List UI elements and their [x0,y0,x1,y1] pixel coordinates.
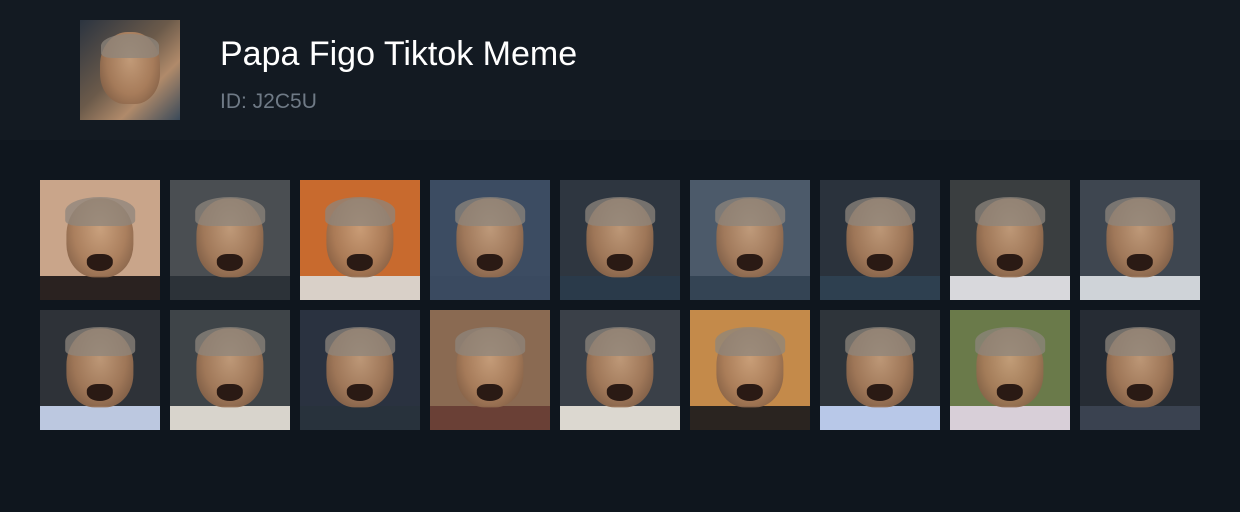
thumbnail-clothing [430,276,550,300]
thumbnail-clothing [820,406,940,430]
sticker-thumbnail[interactable] [950,310,1070,430]
sticker-thumbnail[interactable] [430,310,550,430]
thumbnail-clothing [1080,276,1200,300]
page-title: Papa Figo Tiktok Meme [220,35,578,73]
thumbnail-hair [455,326,525,356]
sticker-thumbnail[interactable] [170,310,290,430]
thumbnail-mouth [736,254,764,272]
thumbnail-mouth [1126,384,1154,402]
thumbnail-mouth [866,254,894,272]
thumbnail-hair [1105,326,1175,356]
thumbnail-mouth [476,384,504,402]
thumbnail-mouth [86,254,114,272]
thumbnail-hair [585,326,655,356]
thumbnail-hair [845,326,915,356]
thumbnail-mouth [216,384,244,402]
thumbnail-hair [845,196,915,226]
thumbnail-mouth [346,384,374,402]
thumbnail-hair [195,196,265,226]
thumbnail-clothing [950,406,1070,430]
thumbnail-mouth [1126,254,1154,272]
thumbnail-hair [455,196,525,226]
thumbnail-mouth [606,254,634,272]
pack-id: ID: J2C5U [220,90,317,113]
sticker-thumbnail[interactable] [690,310,810,430]
sticker-thumbnail[interactable] [40,180,160,300]
sticker-thumbnail[interactable] [560,180,680,300]
thumbnail-hair [975,196,1045,226]
thumbnail-clothing [820,276,940,300]
thumbnail-mouth [216,254,244,272]
thumbnail-hair [1105,196,1175,226]
sticker-thumbnail[interactable] [1080,310,1200,430]
thumbnail-hair [325,196,395,226]
thumbnail-mouth [866,384,894,402]
thumbnail-clothing [690,276,810,300]
sticker-grid [40,180,1200,430]
thumbnail-hair [195,326,265,356]
thumbnail-clothing [560,406,680,430]
thumbnail-clothing [170,276,290,300]
thumbnail-clothing [300,276,420,300]
thumbnail-mouth [996,254,1024,272]
thumbnail-hair [325,326,395,356]
thumbnail-hair [65,326,135,356]
thumbnail-mouth [736,384,764,402]
thumbnail-clothing [40,276,160,300]
thumbnail-clothing [300,406,420,430]
sticker-thumbnail[interactable] [430,180,550,300]
thumbnail-clothing [690,406,810,430]
thumbnail-mouth [86,384,114,402]
header: Papa Figo Tiktok Meme ID: J2C5U [0,0,1240,140]
sticker-pack-cover [80,20,180,120]
sticker-thumbnail[interactable] [950,180,1070,300]
sticker-thumbnail[interactable] [170,180,290,300]
sticker-thumbnail[interactable] [300,180,420,300]
sticker-thumbnail[interactable] [820,180,940,300]
thumbnail-mouth [346,254,374,272]
thumbnail-clothing [40,406,160,430]
thumbnail-clothing [560,276,680,300]
sticker-thumbnail[interactable] [40,310,160,430]
sticker-thumbnail[interactable] [1080,180,1200,300]
thumbnail-clothing [950,276,1070,300]
thumbnail-hair [715,326,785,356]
sticker-thumbnail[interactable] [820,310,940,430]
thumbnail-mouth [606,384,634,402]
sticker-thumbnail[interactable] [690,180,810,300]
thumbnail-mouth [476,254,504,272]
thumbnail-clothing [170,406,290,430]
thumbnail-hair [715,196,785,226]
sticker-thumbnail[interactable] [300,310,420,430]
thumbnail-hair [585,196,655,226]
thumbnail-clothing [1080,406,1200,430]
thumbnail-hair [975,326,1045,356]
thumbnail-mouth [996,384,1024,402]
thumbnail-hair [65,196,135,226]
sticker-thumbnail[interactable] [560,310,680,430]
thumbnail-clothing [430,406,550,430]
